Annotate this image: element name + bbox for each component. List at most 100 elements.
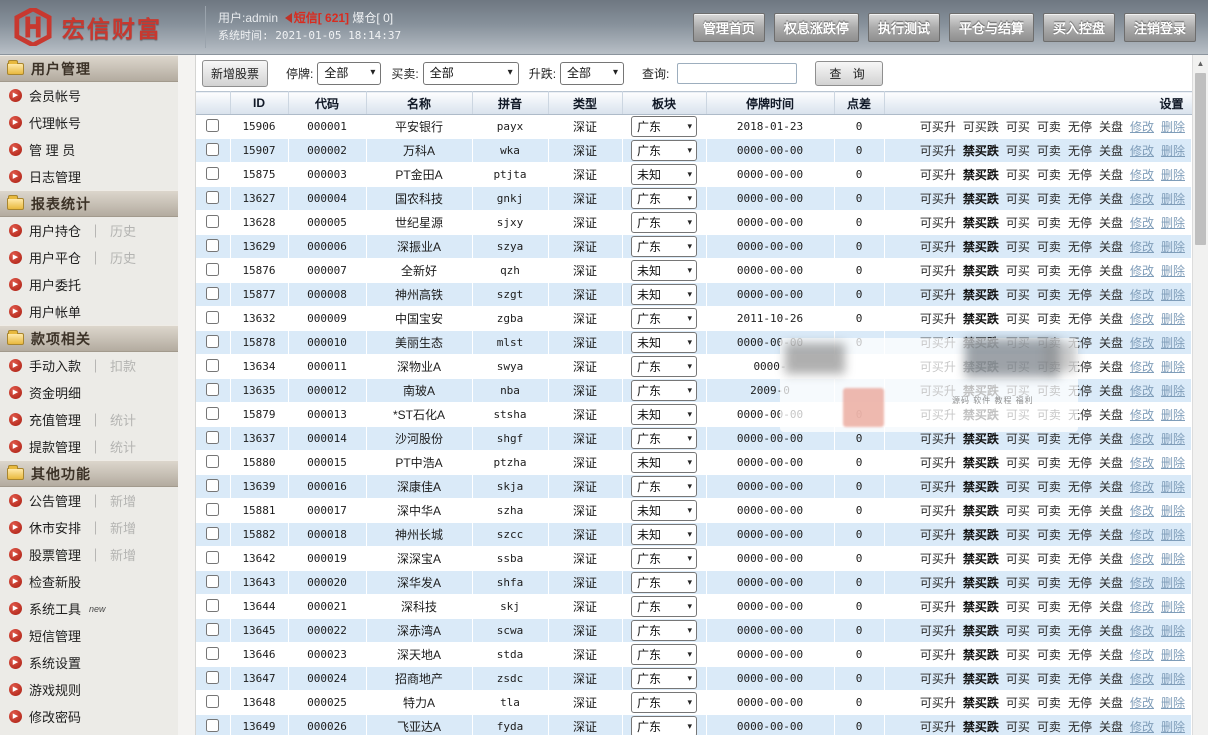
edit-link[interactable]: 修改 [1130, 264, 1154, 278]
sidebar-item[interactable]: ▶日志管理 [0, 163, 178, 190]
row-checkbox[interactable] [206, 551, 219, 564]
sidebar-item[interactable]: ▶休市安排｜新增 [0, 514, 178, 541]
board-select[interactable]: 广东 [631, 308, 697, 329]
sidebar-item[interactable]: ▶手动入款｜扣款 [0, 352, 178, 379]
sidebar-item[interactable]: ▶用户帐单 [0, 298, 178, 325]
delete-link[interactable]: 删除 [1161, 120, 1185, 134]
nav-button[interactable]: 买入控盘 [1043, 13, 1115, 42]
delete-link[interactable]: 删除 [1161, 528, 1185, 542]
edit-link[interactable]: 修改 [1130, 480, 1154, 494]
edit-link[interactable]: 修改 [1130, 384, 1154, 398]
row-checkbox[interactable] [206, 215, 219, 228]
row-checkbox[interactable] [206, 119, 219, 132]
board-select[interactable]: 广东 [631, 548, 697, 569]
nav-button[interactable]: 管理首页 [693, 13, 765, 42]
board-select[interactable]: 广东 [631, 668, 697, 689]
delete-link[interactable]: 删除 [1161, 216, 1185, 230]
delete-link[interactable]: 删除 [1161, 384, 1185, 398]
board-select[interactable]: 广东 [631, 140, 697, 161]
edit-link[interactable]: 修改 [1130, 720, 1154, 734]
board-select[interactable]: 广东 [631, 716, 697, 735]
edit-link[interactable]: 修改 [1130, 120, 1154, 134]
nav-button[interactable]: 平仓与结算 [949, 13, 1034, 42]
delete-link[interactable]: 删除 [1161, 576, 1185, 590]
sidebar-item[interactable]: ▶系统设置 [0, 649, 178, 676]
delete-link[interactable]: 删除 [1161, 696, 1185, 710]
row-checkbox[interactable] [206, 263, 219, 276]
row-checkbox[interactable] [206, 623, 219, 636]
sidebar-item-extra-link[interactable]: 统计 [110, 437, 136, 456]
delete-link[interactable]: 删除 [1161, 600, 1185, 614]
filter-select[interactable]: 全部 [317, 62, 381, 85]
filter-select[interactable]: 全部 [423, 62, 519, 85]
row-checkbox[interactable] [206, 335, 219, 348]
board-select[interactable]: 广东 [631, 596, 697, 617]
board-select[interactable]: 未知 [631, 500, 697, 521]
edit-link[interactable]: 修改 [1130, 288, 1154, 302]
sidebar-item[interactable]: ▶代理帐号 [0, 109, 178, 136]
board-select[interactable]: 广东 [631, 188, 697, 209]
row-checkbox[interactable] [206, 647, 219, 660]
sidebar-section-header[interactable]: 款项相关 [0, 325, 178, 352]
sidebar-item-extra-link[interactable]: 历史 [110, 221, 136, 240]
sidebar-item[interactable]: ▶检查新股 [0, 568, 178, 595]
search-button[interactable]: 查 询 [815, 61, 882, 86]
edit-link[interactable]: 修改 [1130, 552, 1154, 566]
delete-link[interactable]: 删除 [1161, 456, 1185, 470]
board-select[interactable]: 未知 [631, 404, 697, 425]
add-stock-button[interactable]: 新增股票 [202, 60, 268, 87]
board-select[interactable]: 广东 [631, 356, 697, 377]
sidebar-item-extra-link[interactable]: 新增 [110, 491, 136, 510]
sidebar-item[interactable]: ▶提款管理｜统计 [0, 433, 178, 460]
delete-link[interactable]: 删除 [1161, 360, 1185, 374]
delete-link[interactable]: 删除 [1161, 168, 1185, 182]
board-select[interactable]: 未知 [631, 524, 697, 545]
edit-link[interactable]: 修改 [1130, 576, 1154, 590]
nav-button[interactable]: 注销登录 [1124, 13, 1196, 42]
edit-link[interactable]: 修改 [1130, 624, 1154, 638]
row-checkbox[interactable] [206, 695, 219, 708]
edit-link[interactable]: 修改 [1130, 432, 1154, 446]
edit-link[interactable]: 修改 [1130, 144, 1154, 158]
delete-link[interactable]: 删除 [1161, 264, 1185, 278]
board-select[interactable]: 未知 [631, 164, 697, 185]
edit-link[interactable]: 修改 [1130, 528, 1154, 542]
filter-select[interactable]: 全部 [560, 62, 624, 85]
sidebar-item[interactable]: ▶用户委托 [0, 271, 178, 298]
board-select[interactable]: 未知 [631, 284, 697, 305]
sidebar-item[interactable]: ▶会员帐号 [0, 82, 178, 109]
edit-link[interactable]: 修改 [1130, 360, 1154, 374]
sidebar-item-extra-link[interactable]: 新增 [110, 518, 136, 537]
scroll-up-arrow[interactable]: ▲ [1193, 55, 1208, 71]
edit-link[interactable]: 修改 [1130, 600, 1154, 614]
edit-link[interactable]: 修改 [1130, 456, 1154, 470]
row-checkbox[interactable] [206, 239, 219, 252]
delete-link[interactable]: 删除 [1161, 408, 1185, 422]
edit-link[interactable]: 修改 [1130, 672, 1154, 686]
delete-link[interactable]: 删除 [1161, 552, 1185, 566]
sidebar-item[interactable]: ▶短信管理 [0, 622, 178, 649]
delete-link[interactable]: 删除 [1161, 504, 1185, 518]
row-checkbox[interactable] [206, 431, 219, 444]
row-checkbox[interactable] [206, 287, 219, 300]
board-select[interactable]: 广东 [631, 380, 697, 401]
sidebar-item[interactable]: ▶管 理 员 [0, 136, 178, 163]
row-checkbox[interactable] [206, 671, 219, 684]
row-checkbox[interactable] [206, 527, 219, 540]
sidebar-item[interactable]: ▶股票管理｜新增 [0, 541, 178, 568]
row-checkbox[interactable] [206, 575, 219, 588]
sidebar-item[interactable]: ▶修改密码 [0, 703, 178, 730]
row-checkbox[interactable] [206, 191, 219, 204]
board-select[interactable]: 广东 [631, 476, 697, 497]
sidebar-item[interactable]: ▶充值管理｜统计 [0, 406, 178, 433]
delete-link[interactable]: 删除 [1161, 672, 1185, 686]
edit-link[interactable]: 修改 [1130, 168, 1154, 182]
row-checkbox[interactable] [206, 455, 219, 468]
sidebar-item-extra-link[interactable]: 历史 [110, 248, 136, 267]
edit-link[interactable]: 修改 [1130, 696, 1154, 710]
vertical-scrollbar[interactable]: ▲ [1192, 55, 1208, 735]
sidebar-item[interactable]: ▶注销登录 [0, 730, 178, 735]
row-checkbox[interactable] [206, 143, 219, 156]
row-checkbox[interactable] [206, 479, 219, 492]
edit-link[interactable]: 修改 [1130, 240, 1154, 254]
